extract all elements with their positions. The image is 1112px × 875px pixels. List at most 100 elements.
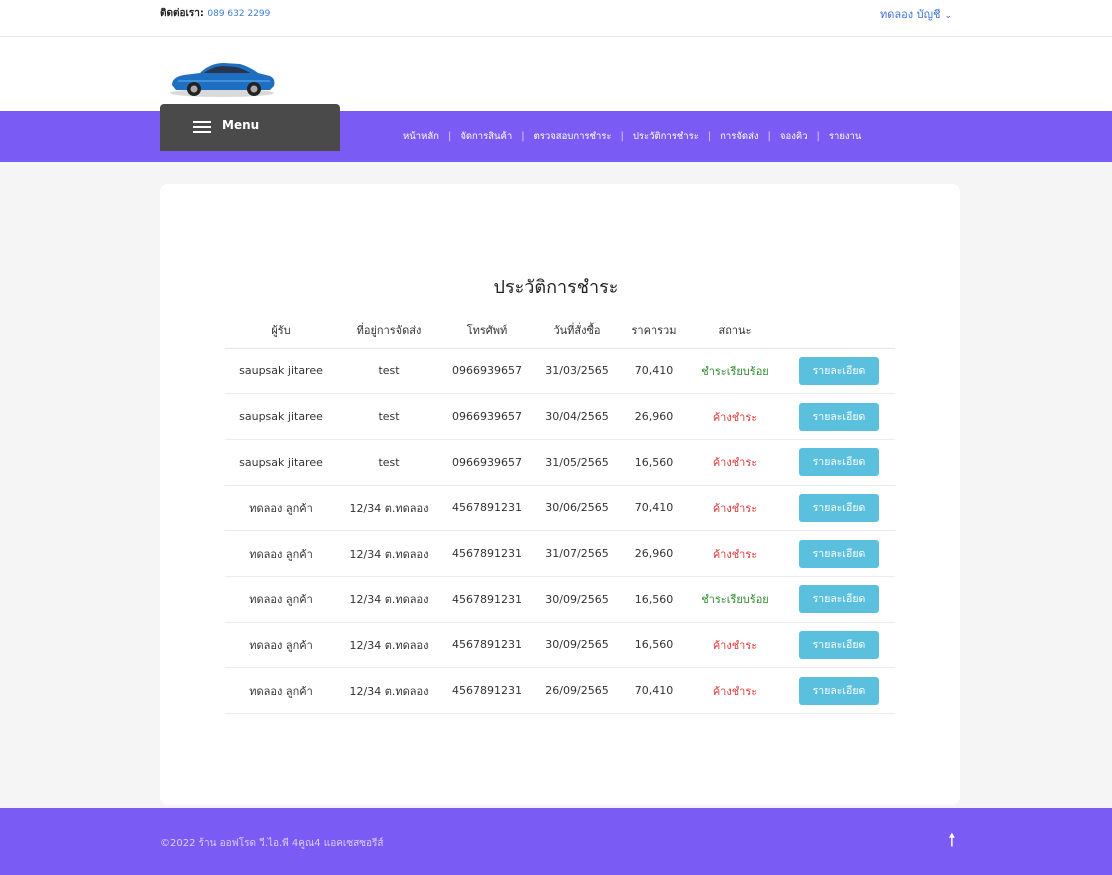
cell-total: 16,560 [621, 576, 687, 623]
cell-action: รายละเอียด [783, 530, 895, 577]
contact-info: ติดต่อเรา: 089 632 2299 [160, 6, 270, 21]
scroll-top-icon[interactable]: 🠕 [948, 828, 956, 858]
cell-total: 70,410 [621, 667, 687, 714]
cell-address: 12/34 ต.ทดลอง [337, 485, 441, 532]
cell-address: test [337, 348, 441, 395]
detail-button[interactable]: รายละเอียด [799, 493, 879, 522]
cell-status: ค้างชำระ [687, 393, 783, 440]
cell-action: รายละเอียด [783, 576, 895, 623]
cell-phone: 4567891231 [441, 530, 533, 577]
cell-total: 70,410 [621, 348, 687, 395]
nav-item-products[interactable]: จัดการสินค้า [460, 129, 512, 144]
account-label: ทดลอง บัญชี [880, 8, 941, 21]
nav-item-booking[interactable]: จองคิว [780, 129, 808, 144]
cell-order-date: 31/03/2565 [533, 348, 621, 395]
col-status: สถานะ [687, 312, 783, 349]
cell-order-date: 30/09/2565 [533, 622, 621, 669]
table-row: saupsak jitaree test 0966939657 31/05/2565 1… [225, 439, 895, 486]
cell-address: 12/34 ต.ทดลอง [337, 576, 441, 623]
cell-order-date: 26/09/2565 [533, 667, 621, 714]
menu-button[interactable]: Menu [160, 104, 340, 151]
cell-status: ค้างชำระ [687, 667, 783, 714]
payment-history-table: ผู้รับ ที่อยู่การจัดส่ง โทรศัพท์ วันที่ส… [225, 312, 895, 714]
nav-item-payment-history[interactable]: ประวัติการชำระ [633, 129, 699, 144]
cell-order-date: 30/06/2565 [533, 485, 621, 532]
logo-area [0, 37, 1112, 111]
cell-total: 70,410 [621, 485, 687, 532]
table-row: saupsak jitaree test 0966939657 31/03/2565 7… [225, 348, 895, 395]
cell-status: ค้างชำระ [687, 485, 783, 532]
cell-recipient: ทดลอง ลูกค้า [225, 530, 337, 577]
cell-recipient: ทดลอง ลูกค้า [225, 667, 337, 714]
cell-action: รายละเอียด [783, 667, 895, 714]
col-order-date: วันที่สั่งซื้อ [533, 312, 621, 349]
cell-action: รายละเอียด [783, 622, 895, 669]
nav-item-payment-check[interactable]: ตรวจสอบการชำระ [534, 129, 612, 144]
cell-status: ชำระเรียบร้อย [687, 576, 783, 623]
nav-item-report[interactable]: รายงาน [829, 129, 861, 144]
cell-status: ชำระเรียบร้อย [687, 348, 783, 395]
nav-item-home[interactable]: หน้าหลัก [403, 129, 439, 144]
hamburger-icon [193, 121, 211, 133]
cell-phone: 4567891231 [441, 667, 533, 714]
nav-item-shipping[interactable]: การจัดส่ง [720, 129, 758, 144]
cell-status: ค้างชำระ [687, 439, 783, 486]
contact-phone[interactable]: 089 632 2299 [207, 9, 270, 19]
detail-button[interactable]: รายละเอียด [799, 539, 879, 568]
page-title: ประวัติการชำระ [493, 277, 619, 298]
nav-links: หน้าหลัก | จัดการสินค้า | ตรวจสอบการชำระ… [403, 129, 862, 144]
cell-status: ค้างชำระ [687, 622, 783, 669]
col-address: ที่อยู่การจัดส่ง [337, 312, 441, 349]
car-logo-icon[interactable] [166, 53, 278, 101]
table-row: ทดลอง ลูกค้า 12/34 ต.ทดลอง 4567891231 26/09… [225, 667, 895, 714]
table-row: ทดลอง ลูกค้า 12/34 ต.ทดลอง 4567891231 30/09… [225, 576, 895, 623]
detail-button[interactable]: รายละเอียด [799, 630, 879, 659]
cell-order-date: 30/04/2565 [533, 393, 621, 440]
cell-phone: 4567891231 [441, 576, 533, 623]
detail-button[interactable]: รายละเอียด [799, 585, 879, 614]
top-bar: ติดต่อเรา: 089 632 2299 ทดลอง บัญชี ⌄ [0, 0, 1112, 37]
chevron-down-icon: ⌄ [944, 11, 952, 21]
cell-total: 26,960 [621, 393, 687, 440]
menu-label: Menu [222, 118, 260, 132]
table-row: ทดลอง ลูกค้า 12/34 ต.ทดลอง 4567891231 30/09… [225, 622, 895, 669]
cell-recipient: ทดลอง ลูกค้า [225, 576, 337, 623]
detail-button[interactable]: รายละเอียด [799, 448, 879, 477]
cell-action: รายละเอียด [783, 348, 895, 395]
cell-address: 12/34 ต.ทดลอง [337, 667, 441, 714]
col-total: ราคารวม [621, 312, 687, 349]
cell-total: 16,560 [621, 439, 687, 486]
cell-total: 26,960 [621, 530, 687, 577]
cell-phone: 4567891231 [441, 485, 533, 532]
cell-recipient: ทดลอง ลูกค้า [225, 485, 337, 532]
contact-label: ติดต่อเรา: [160, 8, 204, 19]
detail-button[interactable]: รายละเอียด [799, 676, 879, 705]
cell-address: 12/34 ต.ทดลอง [337, 622, 441, 669]
table-row: ทดลอง ลูกค้า 12/34 ต.ทดลอง 4567891231 30/06… [225, 485, 895, 532]
cell-phone: 4567891231 [441, 622, 533, 669]
cell-action: รายละเอียด [783, 485, 895, 532]
cell-order-date: 30/09/2565 [533, 576, 621, 623]
detail-button[interactable]: รายละเอียด [799, 402, 879, 431]
cell-phone: 0966939657 [441, 439, 533, 486]
table-row: saupsak jitaree test 0966939657 30/04/2565 2… [225, 393, 895, 440]
copyright-text: ©2022 ร้าน ออฟโรด วี.ไอ.พี 4คูณ4 แอคเซสซ… [160, 838, 384, 849]
cell-recipient: saupsak jitaree [225, 348, 337, 395]
cell-address: test [337, 439, 441, 486]
cell-phone: 0966939657 [441, 348, 533, 395]
detail-button[interactable]: รายละเอียด [799, 356, 879, 385]
cell-action: รายละเอียด [783, 393, 895, 440]
table-header-row: ผู้รับ ที่อยู่การจัดส่ง โทรศัพท์ วันที่ส… [225, 312, 895, 349]
cell-recipient: saupsak jitaree [225, 393, 337, 440]
col-phone: โทรศัพท์ [441, 312, 533, 349]
cell-total: 16,560 [621, 622, 687, 669]
cell-recipient: ทดลอง ลูกค้า [225, 622, 337, 669]
cell-order-date: 31/07/2565 [533, 530, 621, 577]
cell-action: รายละเอียด [783, 439, 895, 486]
col-recipient: ผู้รับ [225, 312, 337, 349]
cell-status: ค้างชำระ [687, 530, 783, 577]
cell-address: test [337, 393, 441, 440]
cell-address: 12/34 ต.ทดลอง [337, 530, 441, 577]
cell-phone: 0966939657 [441, 393, 533, 440]
account-dropdown[interactable]: ทดลอง บัญชี ⌄ [880, 5, 952, 23]
